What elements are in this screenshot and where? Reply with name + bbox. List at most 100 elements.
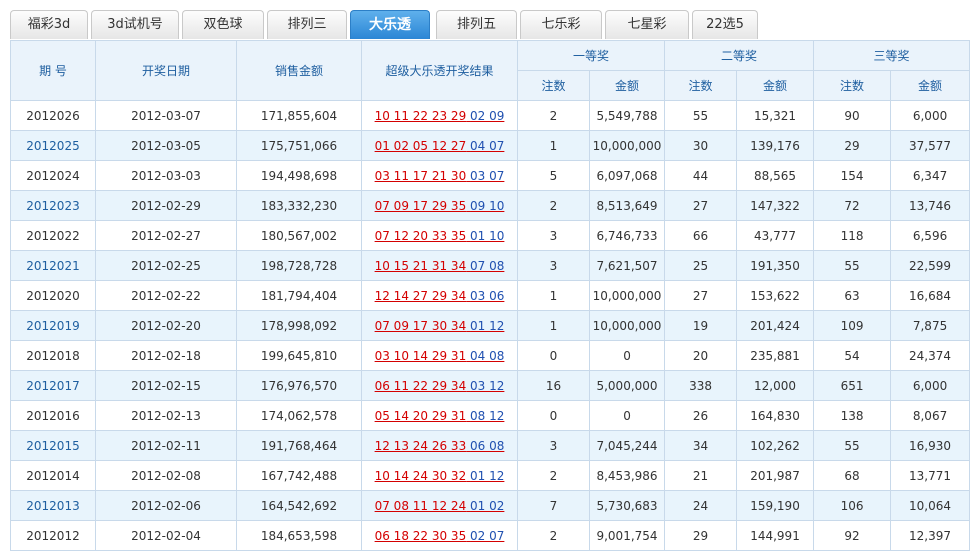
tab-3[interactable]: 排列三 bbox=[267, 10, 347, 39]
cell-a3: 10,064 bbox=[890, 490, 971, 521]
cell-period: 2012013 bbox=[10, 490, 96, 521]
draw-result-link[interactable]: 12 14 27 29 34 03 06 bbox=[375, 289, 505, 303]
cell-a1: 10,000,000 bbox=[588, 310, 666, 341]
back-numbers: 04 08 bbox=[470, 348, 505, 363]
cell-a1: 6,746,733 bbox=[588, 220, 666, 251]
front-numbers: 07 12 20 33 35 bbox=[374, 228, 467, 243]
cell-c2: 20 bbox=[664, 340, 738, 371]
cell-period: 2012012 bbox=[10, 520, 96, 551]
cell-a1: 8,453,986 bbox=[588, 460, 666, 491]
table-row: 2012026 2012-03-07 171,855,604 10 11 22 23 … bbox=[10, 100, 971, 131]
front-numbers: 05 14 20 29 31 bbox=[374, 408, 467, 423]
cell-c3: 55 bbox=[813, 250, 892, 281]
cell-a3: 6,596 bbox=[890, 220, 971, 251]
header-date: 开奖日期 bbox=[95, 40, 237, 101]
cell-sales: 181,794,404 bbox=[236, 280, 362, 311]
cell-c2: 338 bbox=[664, 370, 738, 401]
cell-c2: 25 bbox=[664, 250, 738, 281]
cell-sales: 176,976,570 bbox=[236, 370, 362, 401]
cell-sales: 164,542,692 bbox=[236, 490, 362, 521]
cell-a3: 13,771 bbox=[890, 460, 971, 491]
back-numbers: 07 08 bbox=[470, 258, 505, 273]
cell-period: 2012025 bbox=[10, 130, 96, 161]
cell-sales: 167,742,488 bbox=[236, 460, 362, 491]
header-prize2: 二等奖 bbox=[664, 40, 815, 71]
tab-2[interactable]: 双色球 bbox=[182, 10, 264, 39]
cell-date: 2012-03-07 bbox=[95, 100, 237, 131]
back-numbers: 03 07 bbox=[470, 168, 505, 183]
table-row: 2012012 2012-02-04 184,653,598 06 18 22 30 … bbox=[10, 520, 971, 551]
cell-date: 2012-02-04 bbox=[95, 520, 237, 551]
draw-result-link[interactable]: 05 14 20 29 31 08 12 bbox=[375, 409, 505, 423]
cell-period: 2012014 bbox=[10, 460, 96, 491]
draw-result-link[interactable]: 07 09 17 29 35 09 10 bbox=[375, 199, 505, 213]
cell-sales: 174,062,578 bbox=[236, 400, 362, 431]
cell-c1: 3 bbox=[517, 430, 590, 461]
draw-result-link[interactable]: 07 08 11 12 24 01 02 bbox=[375, 499, 505, 513]
table-row: 2012021 2012-02-25 198,728,728 10 15 21 31 … bbox=[10, 250, 971, 281]
cell-a3: 22,599 bbox=[890, 250, 971, 281]
draw-result-link[interactable]: 06 11 22 29 34 03 12 bbox=[375, 379, 505, 393]
tab-4[interactable]: 大乐透 bbox=[350, 10, 430, 39]
draw-result-link[interactable]: 03 11 17 21 30 03 07 bbox=[375, 169, 505, 183]
cell-c2: 34 bbox=[664, 430, 738, 461]
cell-date: 2012-02-11 bbox=[95, 430, 237, 461]
cell-c3: 54 bbox=[813, 340, 892, 371]
cell-c2: 66 bbox=[664, 220, 738, 251]
cell-c3: 154 bbox=[813, 160, 892, 191]
tab-1[interactable]: 3d试机号 bbox=[91, 10, 179, 39]
draw-result-link[interactable]: 12 13 24 26 33 06 08 bbox=[375, 439, 505, 453]
draw-result-link[interactable]: 07 12 20 33 35 01 10 bbox=[375, 229, 505, 243]
cell-a1: 8,513,649 bbox=[588, 190, 666, 221]
tab-8[interactable]: 22选5 bbox=[692, 10, 758, 39]
draw-result-link[interactable]: 10 15 21 31 34 07 08 bbox=[375, 259, 505, 273]
cell-c1: 1 bbox=[517, 130, 590, 161]
cell-c1: 3 bbox=[517, 220, 590, 251]
draw-result-link[interactable]: 01 02 05 12 27 04 07 bbox=[375, 139, 505, 153]
header-prize3-amount: 金额 bbox=[890, 70, 971, 101]
cell-c1: 2 bbox=[517, 100, 590, 131]
tab-6[interactable]: 七乐彩 bbox=[520, 10, 602, 39]
cell-a3: 6,000 bbox=[890, 100, 971, 131]
cell-c3: 92 bbox=[813, 520, 892, 551]
cell-a3: 16,930 bbox=[890, 430, 971, 461]
draw-result-link[interactable]: 03 10 14 29 31 04 08 bbox=[375, 349, 505, 363]
cell-date: 2012-02-06 bbox=[95, 490, 237, 521]
back-numbers: 03 06 bbox=[470, 288, 505, 303]
back-numbers: 01 02 bbox=[470, 498, 505, 513]
cell-period: 2012015 bbox=[10, 430, 96, 461]
front-numbers: 06 11 22 29 34 bbox=[374, 378, 467, 393]
cell-c3: 118 bbox=[813, 220, 892, 251]
header-prize3-count: 注数 bbox=[813, 70, 892, 101]
cell-a2: 12,000 bbox=[736, 370, 815, 401]
draw-result-link[interactable]: 06 18 22 30 35 02 07 bbox=[375, 529, 505, 543]
cell-a1: 5,549,788 bbox=[588, 100, 666, 131]
back-numbers: 01 12 bbox=[470, 468, 505, 483]
cell-a3: 7,875 bbox=[890, 310, 971, 341]
cell-date: 2012-02-25 bbox=[95, 250, 237, 281]
cell-a2: 159,190 bbox=[736, 490, 815, 521]
cell-c1: 16 bbox=[517, 370, 590, 401]
cell-a2: 201,424 bbox=[736, 310, 815, 341]
cell-sales: 199,645,810 bbox=[236, 340, 362, 371]
header-prize2-count: 注数 bbox=[664, 70, 738, 101]
cell-date: 2012-02-20 bbox=[95, 310, 237, 341]
cell-a2: 153,622 bbox=[736, 280, 815, 311]
tab-7[interactable]: 七星彩 bbox=[605, 10, 689, 39]
front-numbers: 07 09 17 29 35 bbox=[374, 198, 467, 213]
draw-result-cell: 07 12 20 33 35 01 10 bbox=[361, 220, 518, 251]
draw-result-link[interactable]: 07 09 17 30 34 01 12 bbox=[375, 319, 505, 333]
draw-result-link[interactable]: 10 14 24 30 32 01 12 bbox=[375, 469, 505, 483]
cell-c1: 1 bbox=[517, 310, 590, 341]
table-row: 2012020 2012-02-22 181,794,404 12 14 27 29 … bbox=[10, 280, 971, 311]
draw-result-link[interactable]: 10 11 22 23 29 02 09 bbox=[375, 109, 505, 123]
cell-a3: 24,374 bbox=[890, 340, 971, 371]
header-prize2-amount: 金额 bbox=[736, 70, 815, 101]
cell-a2: 144,991 bbox=[736, 520, 815, 551]
back-numbers: 08 12 bbox=[470, 408, 505, 423]
header-prize3: 三等奖 bbox=[813, 40, 971, 71]
tab-0[interactable]: 福彩3d bbox=[10, 10, 88, 39]
tab-5[interactable]: 排列五 bbox=[436, 10, 517, 39]
cell-sales: 183,332,230 bbox=[236, 190, 362, 221]
cell-a3: 13,746 bbox=[890, 190, 971, 221]
